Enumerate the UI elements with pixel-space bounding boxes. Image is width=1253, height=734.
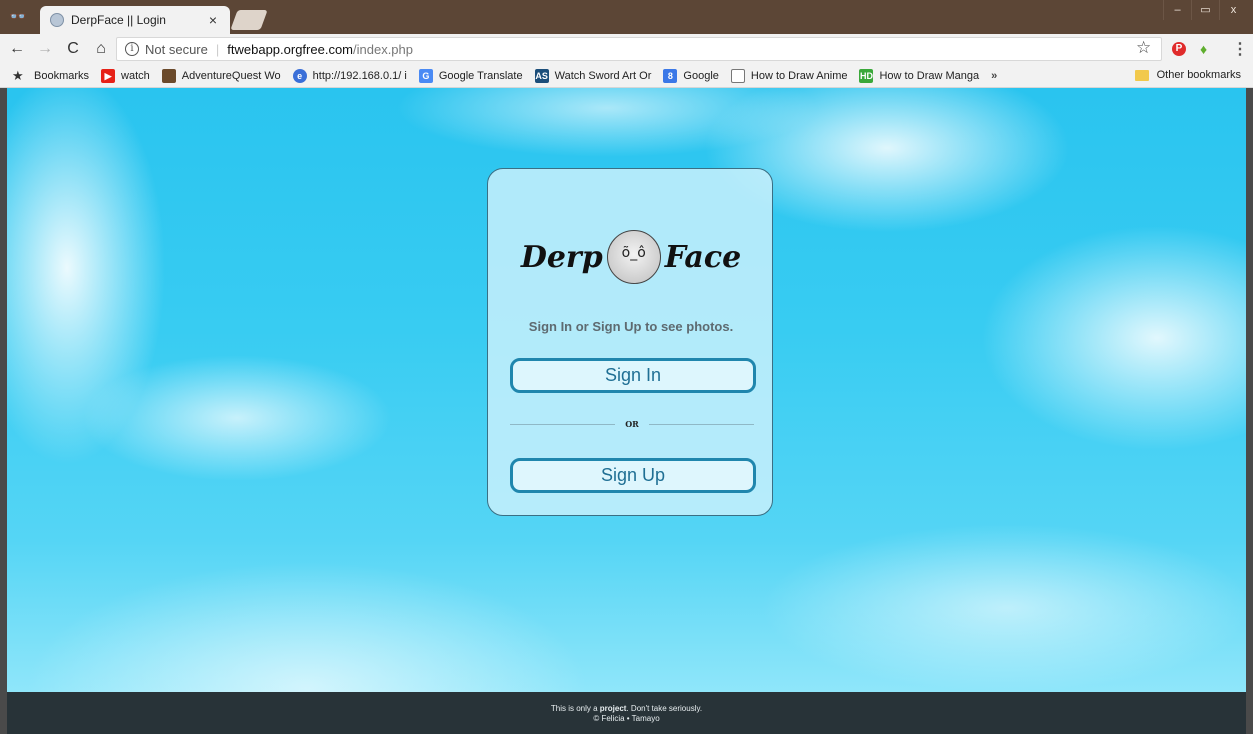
- close-window-button[interactable]: x: [1219, 0, 1247, 20]
- extension-icon[interactable]: ♦: [1200, 41, 1214, 57]
- tab-favicon-icon: [50, 13, 64, 27]
- star-icon: ★: [12, 67, 24, 83]
- bookmark-item-draw-manga[interactable]: HD How to Draw Manga: [859, 68, 980, 83]
- as-icon: AS: [534, 68, 549, 83]
- footer-text-a: This is only a: [550, 704, 600, 713]
- translate-icon: G: [418, 68, 433, 83]
- footer-disclaimer: This is only a project. Don't take serio…: [7, 704, 1246, 714]
- pinterest-extension-icon[interactable]: P: [1172, 42, 1186, 56]
- bookmark-item-google[interactable]: 8 Google: [663, 68, 719, 83]
- home-button[interactable]: ⌂: [90, 38, 112, 60]
- other-bookmarks-label: Other bookmarks: [1156, 69, 1241, 81]
- derp-face-icon: [606, 230, 661, 284]
- address-bar[interactable]: i Not secure | ftwebapp.orgfree.com/inde…: [116, 37, 1162, 61]
- security-label: Not secure: [145, 41, 208, 57]
- bookmark-label: http://192.168.0.1/ i: [312, 69, 407, 82]
- bookmark-label: How to Draw Manga: [879, 69, 980, 82]
- derpface-logo: Derp Face: [510, 225, 752, 289]
- bookmark-label: AdventureQuest Wo: [181, 69, 281, 82]
- bookmark-label: Bookmarks: [34, 69, 90, 82]
- or-divider: OR: [510, 415, 754, 433]
- logo-word-right: Face: [664, 239, 742, 275]
- bookmark-star-icon[interactable]: ☆: [1136, 38, 1151, 58]
- divider-line-left: [510, 423, 616, 425]
- page-footer: This is only a project. Don't take serio…: [7, 692, 1246, 734]
- address-host: ftwebapp.orgfree.com: [227, 41, 353, 57]
- bookmark-label: Google Translate: [438, 69, 523, 82]
- page-icon: [730, 68, 745, 83]
- bookmark-item-bookmarks[interactable]: ★ Bookmarks: [12, 68, 89, 84]
- login-tagline: Sign In or Sign Up to see photos.: [528, 319, 734, 334]
- browser-tab[interactable]: DerpFace || Login ×: [40, 6, 230, 34]
- bookmark-label: How to Draw Anime: [750, 69, 848, 82]
- browser-toolbar: ← → C ⌂ i Not secure | ftwebapp.orgfree.…: [0, 34, 1253, 64]
- bookmark-item-google-translate[interactable]: G Google Translate: [418, 68, 523, 83]
- bookmark-label: watch: [121, 69, 150, 82]
- other-bookmarks[interactable]: Other bookmarks: [1134, 69, 1241, 81]
- hd-icon: HD: [859, 68, 874, 83]
- login-card: Derp Face Sign In or Sign Up to see phot…: [487, 168, 773, 516]
- bookmark-label: Watch Sword Art Or: [554, 69, 652, 82]
- bookmark-item-watch[interactable]: ▶ watch: [101, 68, 150, 83]
- back-button[interactable]: ←: [6, 38, 28, 60]
- bookmark-item-adventurequest[interactable]: AdventureQuest Wo: [161, 68, 281, 83]
- forward-button[interactable]: →: [34, 38, 56, 60]
- info-icon[interactable]: i: [125, 42, 139, 56]
- folder-icon: [1134, 69, 1149, 81]
- footer-project-link[interactable]: project: [600, 704, 627, 713]
- address-path: /index.php: [353, 41, 413, 57]
- incognito-icon: 👓: [9, 8, 27, 24]
- reload-button[interactable]: C: [62, 38, 84, 60]
- minimize-button[interactable]: –: [1163, 0, 1191, 20]
- aq-icon: [161, 68, 176, 83]
- window-controls: – ▭ x: [1163, 0, 1247, 20]
- new-tab-button[interactable]: [230, 10, 268, 30]
- window-titlebar: 👓 DerpFace || Login × – ▭ x: [0, 0, 1253, 34]
- logo-word-left: Derp: [520, 239, 603, 275]
- bookmark-item-sword-art[interactable]: AS Watch Sword Art Or: [534, 68, 652, 83]
- footer-text-c: . Don't take seriously.: [626, 704, 703, 713]
- globe-icon: e: [292, 68, 307, 83]
- google-icon: 8: [663, 68, 678, 83]
- restore-button[interactable]: ▭: [1191, 0, 1219, 20]
- tab-title: DerpFace || Login: [71, 13, 166, 27]
- tab-close-icon[interactable]: ×: [206, 12, 220, 28]
- bookmark-item-draw-anime[interactable]: How to Draw Anime: [730, 68, 848, 83]
- bookmark-label: Google: [683, 69, 719, 82]
- sign-up-button[interactable]: Sign Up: [510, 458, 756, 493]
- address-separator: |: [215, 41, 220, 57]
- page-background: Derp Face Sign In or Sign Up to see phot…: [7, 88, 1246, 692]
- footer-credits: © Felicia • Tamayo: [593, 714, 660, 723]
- or-label: OR: [625, 419, 639, 429]
- sign-in-button[interactable]: Sign In: [510, 358, 756, 393]
- youtube-icon: ▶: [101, 68, 116, 83]
- menu-kebab-icon[interactable]: ⋮: [1232, 39, 1248, 59]
- bookmark-item-router[interactable]: e http://192.168.0.1/ i: [292, 68, 407, 83]
- bookmarks-overflow-button[interactable]: »: [991, 70, 997, 82]
- bookmarks-bar: ★ Bookmarks ▶ watch AdventureQuest Wo e …: [0, 64, 1253, 88]
- divider-line-right: [648, 423, 754, 425]
